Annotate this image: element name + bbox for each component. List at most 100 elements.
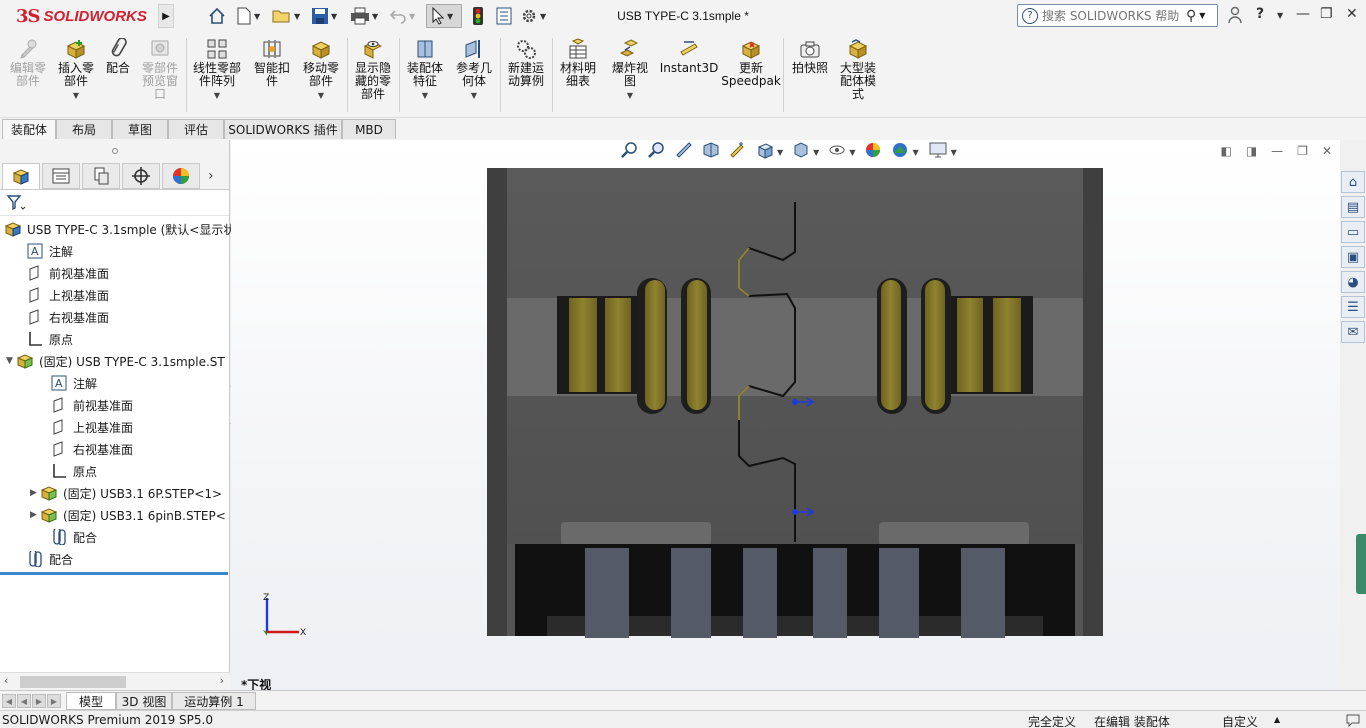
mate-button[interactable]: 配合 — [100, 38, 136, 75]
status-units[interactable]: 自定义 — [1222, 713, 1258, 728]
previous-view-icon[interactable] — [675, 141, 693, 163]
close-icon[interactable]: ✕ — [1346, 6, 1358, 22]
linear-pattern-dropdown-icon[interactable]: ▼ — [214, 89, 220, 102]
user-icon[interactable] — [1228, 6, 1242, 28]
usb-type-c-model-view[interactable] — [487, 168, 1103, 638]
tab-mbd[interactable]: MBD — [342, 119, 396, 139]
panel-resize-handle[interactable] — [0, 140, 229, 162]
tab-featuremanager[interactable] — [2, 163, 40, 189]
tile-right-icon[interactable]: ◨ — [1246, 144, 1257, 158]
tab-sketch[interactable]: 草图 — [112, 119, 168, 139]
file-properties-button[interactable] — [496, 6, 512, 26]
bill-of-materials-button[interactable]: 材料明 细表 — [556, 38, 600, 88]
take-snapshot-button[interactable]: 拍快照 — [788, 38, 832, 75]
help-icon[interactable]: ? — [1256, 6, 1264, 22]
rollback-bar[interactable] — [0, 572, 228, 575]
menu-expand-arrow[interactable]: ▶ — [158, 4, 174, 28]
tree-filter[interactable] — [0, 190, 229, 216]
tree-item-mates[interactable]: 配合 — [26, 548, 73, 570]
tab-solidworks-addins[interactable]: SOLIDWORKS 插件 — [224, 119, 342, 139]
forum-icon[interactable]: ✉ — [1341, 321, 1365, 343]
horizontal-scrollbar[interactable]: ‹ › — [0, 672, 230, 690]
tree-item-origin[interactable]: 原点 — [50, 460, 97, 482]
tree-item-top-plane[interactable]: 上视基准面 — [26, 284, 109, 306]
smart-fasteners-button[interactable]: 智能扣 件 — [250, 38, 294, 88]
chevron-right-icon[interactable]: › — [208, 168, 214, 184]
units-dropdown-icon[interactable]: ▲ — [1274, 715, 1280, 724]
solidworks-resources-icon[interactable]: ⌂ — [1341, 171, 1365, 193]
exploded-view-dropdown-icon[interactable]: ▼ — [627, 89, 633, 102]
tree-item-annotations[interactable]: A 注解 — [26, 240, 73, 262]
view-settings-icon[interactable] — [928, 141, 948, 163]
tree-item-part-6p[interactable]: ▶ (固定) USB3.1 6P.STEP<1> — [30, 482, 222, 504]
edit-component-button[interactable]: 编辑零 部件 — [6, 38, 50, 88]
tab-model[interactable]: 模型 — [66, 692, 116, 710]
hide-show-dropdown-icon[interactable]: ▼ — [849, 148, 855, 157]
reference-geometry-dropdown-icon[interactable]: ▼ — [471, 89, 477, 102]
tree-item-front-plane[interactable]: 前视基准面 — [26, 262, 109, 284]
scroll-left-icon[interactable]: ‹ — [4, 674, 8, 687]
view-orientation-dropdown-icon[interactable]: ▼ — [777, 148, 783, 157]
help-search-input[interactable] — [1042, 8, 1182, 23]
tree-item-mates[interactable]: 配合 — [50, 526, 97, 548]
insert-component-dropdown-icon[interactable]: ▼ — [73, 89, 79, 102]
update-speedpak-button[interactable]: 更新 Speedpak — [721, 38, 781, 88]
reference-geometry-button[interactable]: 参考几 何体 ▼ — [452, 38, 496, 102]
expand-arrow-icon[interactable]: ▶ — [30, 510, 40, 520]
new-document-button[interactable]: ▼ — [236, 6, 260, 26]
search-dropdown-icon[interactable]: ▼ — [1199, 11, 1205, 20]
move-component-dropdown-icon[interactable]: ▼ — [318, 89, 324, 102]
viewport-restore-icon[interactable]: ❐ — [1297, 144, 1308, 158]
tree-item-origin[interactable]: 原点 — [26, 328, 73, 350]
print-button[interactable]: ▼ — [350, 6, 378, 26]
tree-item-part-6pinb[interactable]: ▶ (固定) USB3.1 6pinB.STEP< — [30, 504, 226, 526]
scrollbar-thumb[interactable] — [20, 676, 126, 688]
exploded-view-button[interactable]: 爆炸视 图 ▼ — [608, 38, 652, 102]
design-library-icon[interactable]: ▤ — [1341, 196, 1365, 218]
restore-icon[interactable]: ❐ — [1320, 6, 1333, 22]
tree-item-right-plane[interactable]: 右视基准面 — [26, 306, 109, 328]
scroll-right-icon[interactable]: › — [220, 674, 224, 687]
tree-item-right-plane[interactable]: 右视基准面 — [50, 438, 133, 460]
insert-component-button[interactable]: 插入零 部件 ▼ — [54, 38, 98, 102]
edit-appearance-icon[interactable] — [864, 141, 882, 163]
open-button[interactable]: ▼ — [272, 6, 300, 26]
view-palette-icon[interactable]: ▣ — [1341, 246, 1365, 268]
apply-scene-dropdown-icon[interactable]: ▼ — [912, 148, 918, 157]
display-style-icon[interactable] — [792, 141, 810, 163]
tree-item-annotations[interactable]: A 注解 — [50, 372, 97, 394]
tile-left-icon[interactable]: ◧ — [1220, 144, 1231, 158]
tab-assembly[interactable]: 装配体 — [2, 119, 56, 139]
select-button[interactable]: ▼ — [426, 4, 462, 28]
rebuild-button[interactable] — [472, 6, 484, 26]
tab-3d-views[interactable]: 3D 视图 — [116, 692, 172, 710]
file-explorer-icon[interactable]: ▭ — [1341, 221, 1365, 243]
graphics-area[interactable]: ▼ ▼ ▼ ▼ ▼ ◧ ◨ — ❐ ✕ Z X *下视 — [231, 140, 1340, 692]
viewport-close-icon[interactable]: ✕ — [1322, 144, 1332, 158]
assembly-features-button[interactable]: 装配体 特征 ▼ — [403, 38, 447, 102]
component-preview-button[interactable]: 零部件 预览窗 口 — [138, 38, 182, 101]
first-tab-icon[interactable]: ◀ — [2, 694, 16, 708]
last-tab-icon[interactable]: ▶ — [47, 694, 61, 708]
help-dropdown-icon[interactable]: ▼ — [1277, 11, 1283, 20]
apply-scene-icon[interactable] — [891, 141, 909, 163]
save-button[interactable]: ▼ — [311, 6, 337, 26]
tab-motion-study-1[interactable]: 运动算例 1 — [172, 692, 256, 710]
instant3d-button[interactable]: Instant3D — [660, 38, 718, 75]
display-style-dropdown-icon[interactable]: ▼ — [813, 148, 819, 157]
home-button[interactable] — [208, 6, 226, 26]
tree-item-subassembly[interactable]: ▼ (固定) USB TYPE-C 3.1smple.ST — [6, 350, 225, 372]
solidworks-logo[interactable]: 3S SOLIDWORKS — [16, 4, 147, 28]
help-search-box[interactable]: ? ⚲▼ — [1017, 4, 1218, 27]
viewport-minimize-icon[interactable]: — — [1271, 144, 1283, 158]
large-assembly-mode-button[interactable]: 大型装 配体模 式 — [836, 38, 880, 101]
show-hidden-components-button[interactable]: 显示隐 藏的零 部件 — [351, 38, 395, 101]
zoom-to-area-icon[interactable] — [648, 141, 666, 163]
tab-propertymanager[interactable] — [42, 163, 80, 189]
undo-button[interactable]: ▼ — [389, 6, 415, 26]
zoom-to-fit-icon[interactable] — [621, 141, 639, 163]
tree-item-front-plane[interactable]: 前视基准面 — [50, 394, 133, 416]
hide-show-items-icon[interactable] — [828, 141, 846, 163]
linear-pattern-button[interactable]: 线性零部 件阵列 ▼ — [190, 38, 244, 102]
tab-dimxpertmanager[interactable] — [122, 163, 160, 189]
